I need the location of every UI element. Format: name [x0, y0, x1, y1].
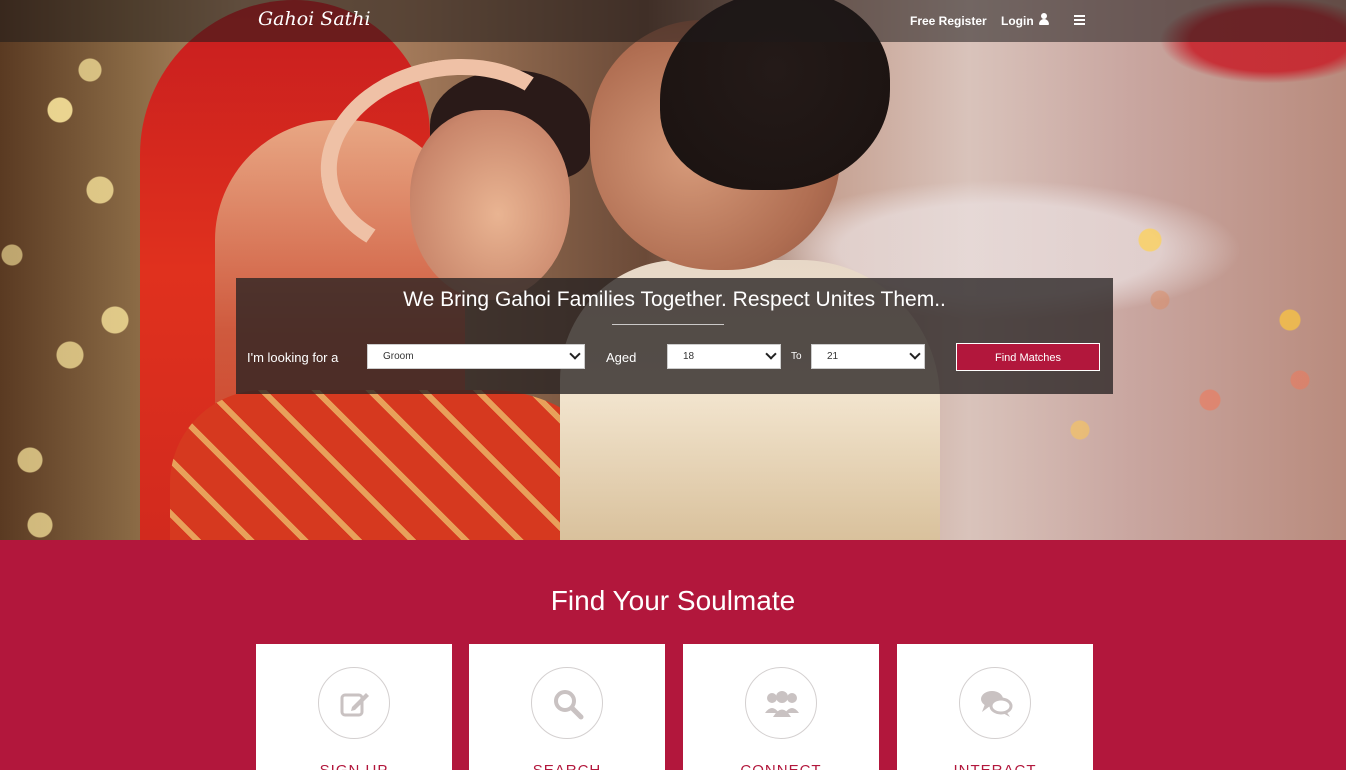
chevron-down-icon [765, 348, 777, 360]
edit-icon [340, 693, 369, 717]
search-title: We Bring Gahoi Families Together. Respec… [403, 288, 946, 311]
age-from-value: 18 [683, 351, 695, 362]
menu-icon[interactable] [1074, 15, 1085, 25]
looking-for-select[interactable]: Groom [367, 344, 585, 369]
feature-label: SEARCH [469, 762, 665, 770]
user-icon[interactable] [1038, 13, 1049, 25]
age-to-select[interactable]: 21 [811, 344, 925, 369]
looking-for-label: I'm looking for a [247, 350, 339, 365]
top-navbar: Gahoi Sathi Free Register Login [0, 0, 1346, 42]
chevron-down-icon [569, 348, 581, 360]
free-register-link[interactable]: Free Register [910, 14, 987, 28]
age-to-value: 21 [827, 351, 839, 362]
login-link[interactable]: Login [1001, 14, 1034, 28]
age-from-select[interactable]: 18 [667, 344, 781, 369]
feature-label: INTERACT [897, 762, 1093, 770]
search-icon [554, 690, 584, 720]
hero-banner [0, 0, 1346, 540]
aged-label: Aged [606, 350, 637, 365]
feature-card-connect[interactable]: CONNECT [683, 644, 879, 770]
feature-card-signup[interactable]: SIGN UP [256, 644, 452, 770]
section-title: Find Your Soulmate [550, 585, 796, 616]
chat-icon [981, 691, 1013, 717]
looking-for-value: Groom [383, 351, 414, 362]
feature-card-search[interactable]: SEARCH [469, 644, 665, 770]
to-label: To [791, 351, 802, 362]
chevron-down-icon [909, 348, 921, 360]
feature-label: SIGN UP [256, 762, 452, 770]
feature-card-interact[interactable]: INTERACT [897, 644, 1093, 770]
find-matches-button[interactable]: Find Matches [956, 343, 1100, 371]
title-divider [612, 324, 724, 325]
feature-label: CONNECT [683, 762, 879, 770]
search-panel: We Bring Gahoi Families Together. Respec… [236, 278, 1113, 394]
users-icon [765, 691, 799, 717]
brand-logo[interactable]: Gahoi Sathi [258, 8, 371, 30]
